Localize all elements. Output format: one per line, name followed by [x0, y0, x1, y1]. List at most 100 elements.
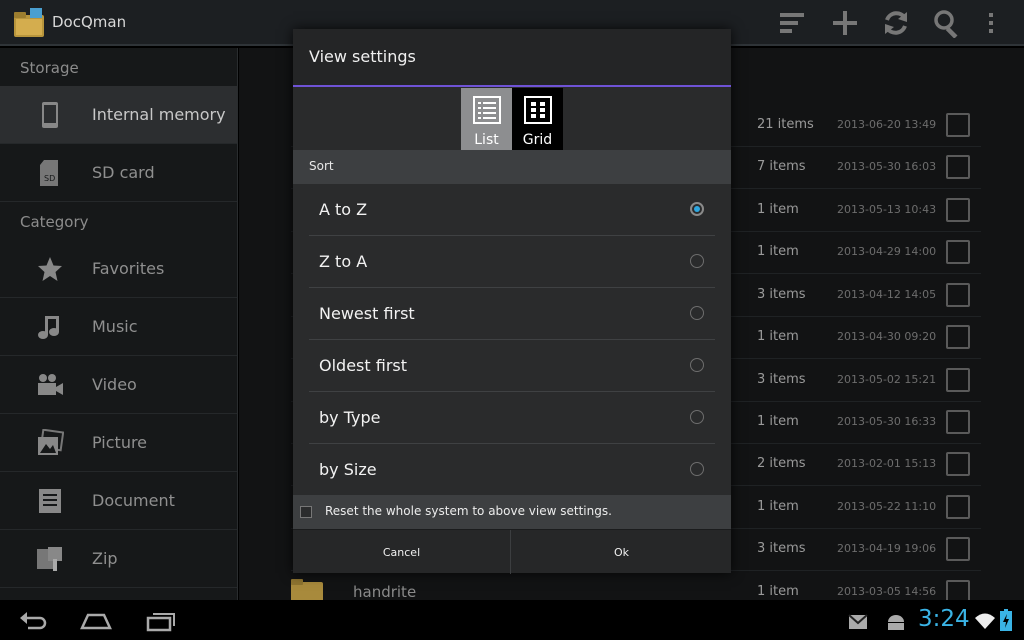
item-count: 21 items: [757, 117, 814, 132]
add-icon[interactable]: [830, 8, 860, 38]
item-count: 1 item: [757, 584, 799, 599]
status-clock: 3:24: [918, 606, 970, 632]
modified-date: 2013-05-30 16:33: [837, 415, 937, 428]
sort-option-label: Oldest first: [319, 356, 407, 375]
music-note-icon: [38, 316, 59, 339]
drawer-item-zip[interactable]: Zip: [0, 530, 237, 588]
modified-date: 2013-04-29 14:00: [837, 245, 937, 258]
sort-option-newest-first[interactable]: Newest first: [309, 288, 715, 340]
select-checkbox[interactable]: [946, 283, 970, 307]
select-checkbox[interactable]: [946, 495, 970, 519]
system-navigation-bar: [0, 600, 1024, 640]
star-icon: [38, 257, 62, 281]
sort-radio[interactable]: [690, 358, 704, 372]
modified-date: 2013-02-01 15:13: [837, 457, 937, 470]
sort-header-label: Sort: [309, 159, 334, 173]
view-mode-grid-button[interactable]: Grid: [512, 88, 563, 150]
back-icon[interactable]: [18, 610, 48, 632]
refresh-icon[interactable]: [881, 8, 911, 38]
overflow-menu-icon[interactable]: [984, 8, 998, 38]
modified-date: 2013-04-19 19:06: [837, 542, 937, 555]
drawer-item-picture[interactable]: Picture: [0, 414, 237, 472]
zip-icon: [37, 547, 62, 571]
drawer-item-label: Video: [92, 375, 137, 394]
drawer-item-favorites[interactable]: Favorites: [0, 240, 237, 298]
reset-system-row[interactable]: Reset the whole system to above view set…: [293, 495, 731, 529]
item-count: 1 item: [757, 202, 799, 217]
sort-option-label: by Size: [319, 460, 377, 479]
item-count: 2 items: [757, 456, 806, 471]
sort-option-by-type[interactable]: by Type: [309, 392, 715, 444]
list-view-icon: [473, 96, 501, 124]
item-count: 1 item: [757, 499, 799, 514]
reset-label: Reset the whole system to above view set…: [325, 504, 612, 518]
item-count: 3 items: [757, 287, 806, 302]
item-count: 7 items: [757, 159, 806, 174]
select-checkbox[interactable]: [946, 240, 970, 264]
dialog-header: View settings: [293, 29, 731, 87]
svg-text:SD: SD: [44, 174, 55, 183]
drawer-item-sd-card[interactable]: SD SD card: [0, 144, 237, 202]
reset-checkbox[interactable]: [300, 506, 312, 518]
wifi-icon: [975, 613, 995, 629]
select-checkbox[interactable]: [946, 113, 970, 137]
item-count: 1 item: [757, 329, 799, 344]
drawer-item-document[interactable]: Document: [0, 472, 237, 530]
picture-icon: [38, 429, 64, 455]
ok-button[interactable]: Ok: [512, 530, 731, 574]
document-icon: [39, 489, 61, 513]
sd-card-icon: SD: [40, 160, 58, 186]
sort-radio[interactable]: [690, 462, 704, 476]
app-title: DocQman: [52, 13, 127, 31]
item-count: 3 items: [757, 541, 806, 556]
category-header: Category: [20, 213, 89, 231]
drawer-item-label: SD card: [92, 163, 155, 182]
select-checkbox[interactable]: [946, 325, 970, 349]
search-icon[interactable]: [932, 8, 962, 38]
battery-charging-icon: [1000, 609, 1012, 631]
sort-section-header: Sort: [293, 150, 731, 184]
drawer-item-label: Zip: [92, 549, 118, 568]
view-settings-dialog: View settings List Grid Sort A to Z Z to…: [293, 29, 731, 574]
sort-option-oldest-first[interactable]: Oldest first: [309, 340, 715, 392]
select-checkbox[interactable]: [946, 452, 970, 476]
cancel-button[interactable]: Cancel: [293, 530, 511, 574]
drawer-item-video[interactable]: Video: [0, 356, 237, 414]
select-checkbox[interactable]: [946, 537, 970, 561]
navigation-drawer: Storage Internal memory SD SD card Categ…: [0, 48, 238, 600]
modified-date: 2013-06-20 13:49: [837, 118, 937, 131]
app-folder-icon[interactable]: [12, 7, 46, 39]
modified-date: 2013-04-30 09:20: [837, 330, 937, 343]
select-checkbox[interactable]: [946, 368, 970, 392]
sort-radio[interactable]: [690, 410, 704, 424]
sort-option-z-to-a[interactable]: Z to A: [309, 236, 715, 288]
drawer-item-label: Picture: [92, 433, 148, 452]
modified-date: 2013-05-13 10:43: [837, 203, 937, 216]
select-checkbox[interactable]: [946, 198, 970, 222]
sort-icon[interactable]: [778, 8, 808, 38]
drawer-item-label: Document: [92, 491, 175, 510]
select-checkbox[interactable]: [946, 155, 970, 179]
sort-radio-selected[interactable]: [690, 202, 704, 216]
drawer-item-label: Music: [92, 317, 138, 336]
sort-option-by-size[interactable]: by Size: [309, 444, 715, 496]
video-camera-icon: [38, 374, 63, 395]
sort-radio[interactable]: [690, 254, 704, 268]
sort-option-label: Newest first: [319, 304, 415, 323]
item-count: 1 item: [757, 414, 799, 429]
modified-date: 2013-03-05 14:56: [837, 585, 937, 598]
select-checkbox[interactable]: [946, 410, 970, 434]
drawer-item-internal-memory[interactable]: Internal memory: [0, 86, 237, 144]
item-count: 1 item: [757, 244, 799, 259]
drawer-item-music[interactable]: Music: [0, 298, 237, 356]
modified-date: 2013-04-12 14:05: [837, 288, 937, 301]
phone-icon: [42, 102, 58, 128]
home-icon[interactable]: [80, 612, 112, 630]
sort-option-label: by Type: [319, 408, 381, 427]
view-mode-list-button[interactable]: List: [461, 88, 512, 150]
sort-radio[interactable]: [690, 306, 704, 320]
gmail-notification-icon: [848, 614, 868, 629]
recent-apps-icon[interactable]: [146, 610, 176, 632]
modified-date: 2013-05-22 11:10: [837, 500, 937, 513]
sort-option-a-to-z[interactable]: A to Z: [309, 184, 715, 236]
